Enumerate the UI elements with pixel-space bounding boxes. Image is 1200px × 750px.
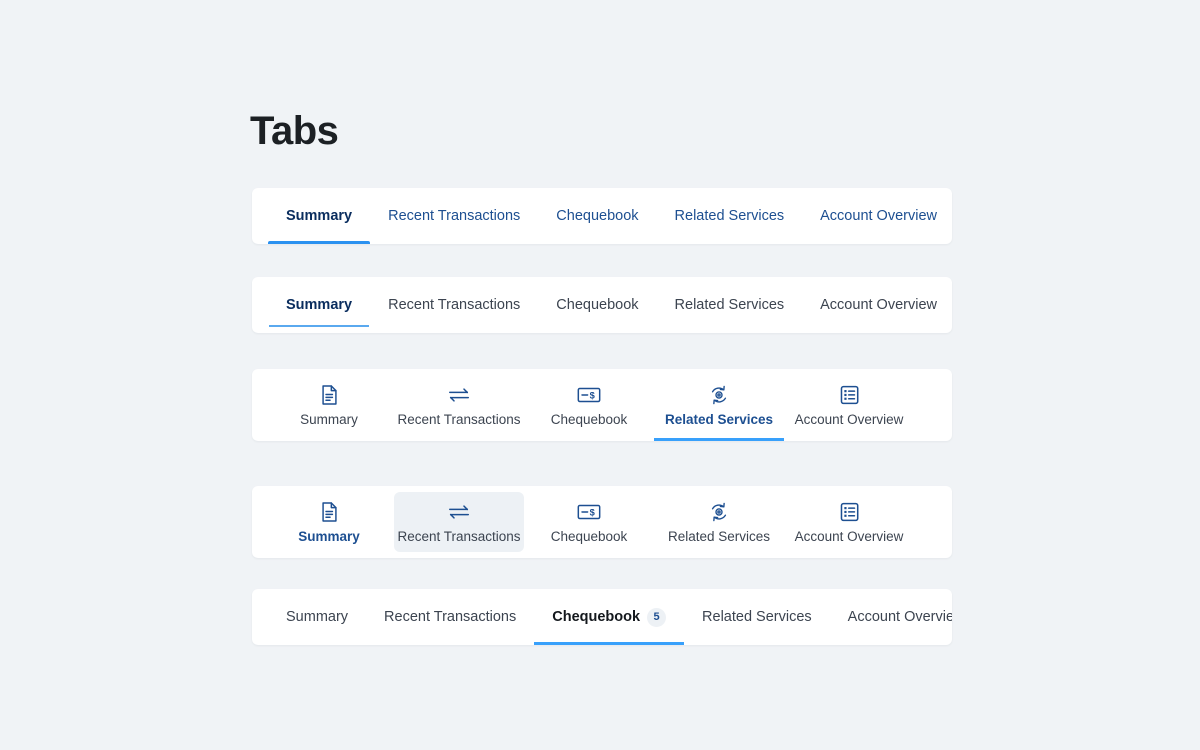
tab-label: Related Services (667, 528, 771, 544)
tab-label: Account Overview (794, 528, 904, 544)
tab-label: Recent Transactions (388, 208, 521, 224)
tab-label: Summary (286, 297, 353, 313)
tab-recent-transactions[interactable]: Recent Transactions (394, 492, 524, 552)
list-details-icon (839, 384, 860, 406)
document-icon (319, 384, 340, 406)
tab-summary[interactable]: Summary (264, 369, 394, 441)
tab-related-services[interactable]: Related Services (657, 277, 803, 333)
gear-refresh-icon (708, 384, 730, 406)
tab-label: Summary (300, 411, 358, 427)
tab-account-overview[interactable]: Account Overview (802, 188, 952, 244)
page-root: Tabs Summary Recent Transactions Chequeb… (0, 0, 1200, 750)
tab-account-overview[interactable]: Account Overview (784, 369, 914, 441)
transfer-arrows-icon (447, 384, 471, 406)
svg-text:$: $ (590, 507, 596, 517)
tab-summary[interactable]: Summary (268, 188, 371, 244)
tab-account-overview[interactable]: Account Overview (784, 492, 914, 552)
tab-label-row: Summary (300, 412, 358, 427)
svg-text:$: $ (590, 390, 596, 400)
tabset-text-badge: Summary Recent Transactions Chequebook 5… (252, 589, 952, 645)
tab-label: Recent Transactions (397, 528, 521, 544)
tab-label: Account Overview (820, 208, 937, 224)
document-icon (319, 501, 340, 523)
tab-recent-transactions[interactable]: Recent Transactions (370, 188, 538, 244)
tab-label: Related Services (674, 208, 785, 224)
tab-related-services[interactable]: Related Services (654, 369, 784, 441)
tab-label: Summary (286, 208, 353, 224)
tab-label-row: Recent Transactions (397, 529, 520, 544)
tab-label: Chequebook (556, 208, 639, 224)
tab-account-overview[interactable]: Account Overview (830, 589, 952, 645)
tab-label: Account Overview (794, 411, 904, 427)
tab-chequebook[interactable]: Chequebook (538, 188, 656, 244)
tab-related-services[interactable]: Related Services (654, 492, 784, 552)
tab-recent-transactions[interactable]: Recent Transactions (394, 369, 524, 441)
tab-more[interactable]: More (914, 492, 952, 552)
tab-label-row: Recent Transactions (397, 412, 520, 427)
tab-label: Summary (298, 528, 360, 544)
tab-strip: Summary Recent Transactions Chequebook R… (252, 277, 952, 333)
tab-label: Recent Transactions (397, 411, 521, 427)
tab-more[interactable]: More (914, 369, 952, 441)
tab-chequebook[interactable]: $ Chequebook (524, 369, 654, 441)
tab-related-services[interactable]: Related Services (657, 188, 803, 244)
gear-refresh-icon (708, 501, 730, 523)
tab-strip: Summary Recent Transactions Chequebook R… (252, 188, 952, 244)
tab-label-row: Account Overview (795, 412, 904, 427)
tab-label: Chequebook (556, 297, 639, 313)
transfer-arrows-icon (447, 501, 471, 523)
tabset-text-dark: Summary Recent Transactions Chequebook R… (252, 277, 952, 333)
tab-recent-transactions[interactable]: Recent Transactions (366, 589, 534, 645)
tab-label: Recent Transactions (384, 609, 517, 625)
tab-summary[interactable]: Summary (264, 492, 394, 552)
status-badge: 5 (647, 607, 667, 627)
cheque-dollar-icon: $ (576, 501, 602, 523)
tab-chequebook[interactable]: Chequebook (538, 277, 656, 333)
tab-label: Chequebook (550, 528, 628, 544)
tab-strip: Summary Recent Transactions Chequebook 5… (252, 589, 952, 645)
tab-label: Related Services (664, 411, 774, 427)
tab-chequebook[interactable]: $ Chequebook (524, 492, 654, 552)
tab-label: Summary (286, 609, 349, 625)
cheque-dollar-icon: $ (576, 384, 602, 406)
page-title: Tabs (250, 109, 339, 153)
tab-strip: Summary Recent Transactions $ Chequebook (252, 369, 952, 441)
tab-label-row: Related Services (668, 529, 770, 544)
tab-label: Account Overview (820, 297, 937, 313)
tab-strip: Summary Recent Transactions $ Chequebook (252, 486, 952, 558)
tab-label-row: Chequebook (551, 412, 628, 427)
tab-recent-transactions[interactable]: Recent Transactions (370, 277, 538, 333)
list-details-icon (839, 501, 860, 523)
tabset-icon-underline: Summary Recent Transactions $ Chequebook (252, 369, 952, 441)
tab-summary[interactable]: Summary (268, 589, 366, 645)
tab-label-row: Summary (298, 529, 360, 544)
tabset-text-links: Summary Recent Transactions Chequebook R… (252, 188, 952, 244)
tab-label: Recent Transactions (388, 297, 521, 313)
tab-summary[interactable]: Summary (268, 277, 370, 333)
tab-label: Related Services (674, 297, 785, 313)
tab-label: Related Services (702, 609, 812, 625)
tab-label: Account Overview (847, 609, 952, 625)
tab-label-row: Related Services (665, 412, 773, 427)
tab-label: Chequebook (550, 411, 628, 427)
tab-account-overview[interactable]: Account Overview (802, 277, 952, 333)
tab-label: Chequebook (552, 609, 641, 625)
tab-label-row: Account Overview (795, 529, 904, 544)
tabset-icon-hover: Summary Recent Transactions $ Chequebook (252, 486, 952, 558)
tab-label-row: Chequebook (551, 529, 628, 544)
tab-chequebook[interactable]: Chequebook 5 (534, 589, 684, 645)
tab-related-services[interactable]: Related Services (684, 589, 830, 645)
